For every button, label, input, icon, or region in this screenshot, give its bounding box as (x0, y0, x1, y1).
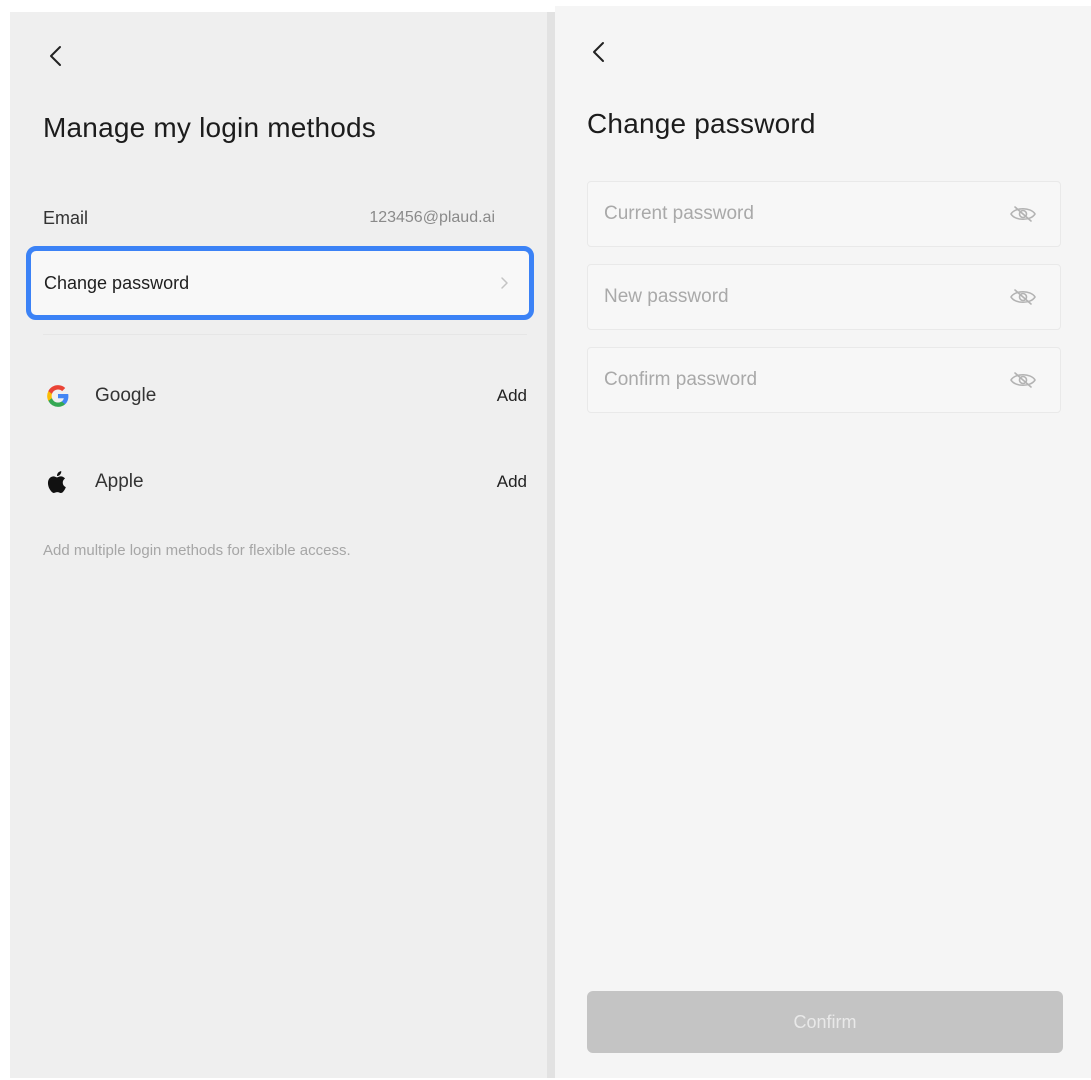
hint-text: Add multiple login methods for flexible … (43, 542, 351, 559)
provider-row-google: Google Add (43, 376, 527, 416)
apple-icon (43, 467, 73, 497)
email-label: Email (43, 207, 89, 228)
eye-hidden-icon[interactable] (1008, 370, 1038, 390)
current-password-field[interactable] (587, 181, 1061, 247)
provider-name-apple: Apple (95, 471, 144, 492)
eye-hidden-icon[interactable] (1008, 287, 1038, 307)
chevron-right-icon (501, 277, 508, 289)
app-stage: Manage my login methods Email 123456@pla… (0, 0, 1091, 1080)
change-password-row[interactable]: Change password (26, 246, 534, 320)
page-title: Change password (587, 108, 816, 139)
new-password-input[interactable] (604, 286, 1008, 308)
provider-row-apple: Apple Add (43, 462, 527, 502)
google-icon (43, 381, 73, 411)
back-button[interactable] (40, 40, 72, 72)
confirm-button[interactable]: Confirm (587, 991, 1063, 1053)
new-password-field[interactable] (587, 264, 1061, 330)
confirm-password-input[interactable] (604, 369, 1008, 391)
current-password-input[interactable] (604, 203, 1008, 225)
provider-name-google: Google (95, 385, 157, 406)
chevron-left-icon (50, 46, 61, 66)
change-password-label: Change password (44, 272, 190, 293)
add-apple-button[interactable]: Add (497, 472, 527, 492)
page-title: Manage my login methods (43, 112, 376, 143)
divider (43, 334, 527, 335)
login-methods-screen: Manage my login methods Email 123456@pla… (10, 12, 547, 1078)
eye-hidden-icon[interactable] (1008, 204, 1038, 224)
confirm-password-field[interactable] (587, 347, 1061, 413)
back-button[interactable] (583, 36, 615, 68)
chevron-left-icon (593, 42, 604, 62)
email-value: 123456@plaud.ai (369, 209, 495, 226)
panel-divider (547, 12, 555, 1078)
add-google-button[interactable]: Add (497, 386, 527, 406)
change-password-screen: Change password Confirm (555, 6, 1091, 1078)
email-row: Email 123456@plaud.ai (43, 202, 507, 234)
